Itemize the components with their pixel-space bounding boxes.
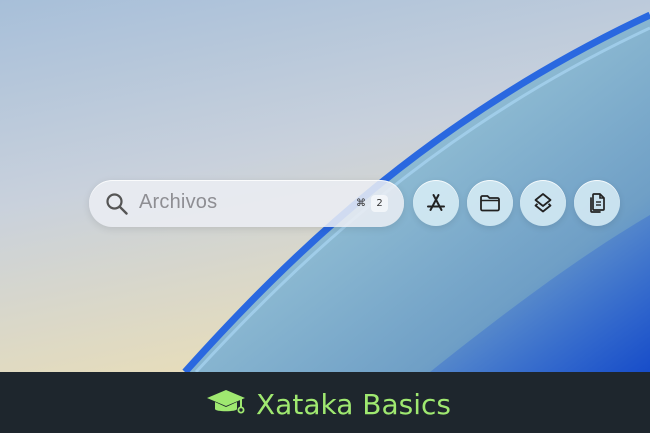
- layers-icon: [534, 193, 552, 213]
- applications-button[interactable]: [413, 180, 459, 226]
- documents-icon: [590, 193, 605, 213]
- graduation-cap-icon: [205, 388, 247, 423]
- app-store-icon: [427, 194, 445, 211]
- search-icon: [105, 192, 129, 216]
- shortcut-modifier-key: ⌘: [356, 198, 366, 209]
- spotlight-search-bar[interactable]: Archivos ⌘ 2: [89, 180, 404, 227]
- files-button[interactable]: [467, 180, 513, 226]
- shortcuts-button[interactable]: [520, 180, 566, 226]
- brand-footer: Xataka Basics: [0, 372, 650, 433]
- folder-icon: [480, 195, 500, 212]
- shortcut-number-key: 2: [371, 195, 388, 212]
- search-input-text[interactable]: Archivos: [139, 191, 217, 214]
- brand-name: Xataka Basics: [256, 388, 451, 421]
- documents-button[interactable]: [574, 180, 620, 226]
